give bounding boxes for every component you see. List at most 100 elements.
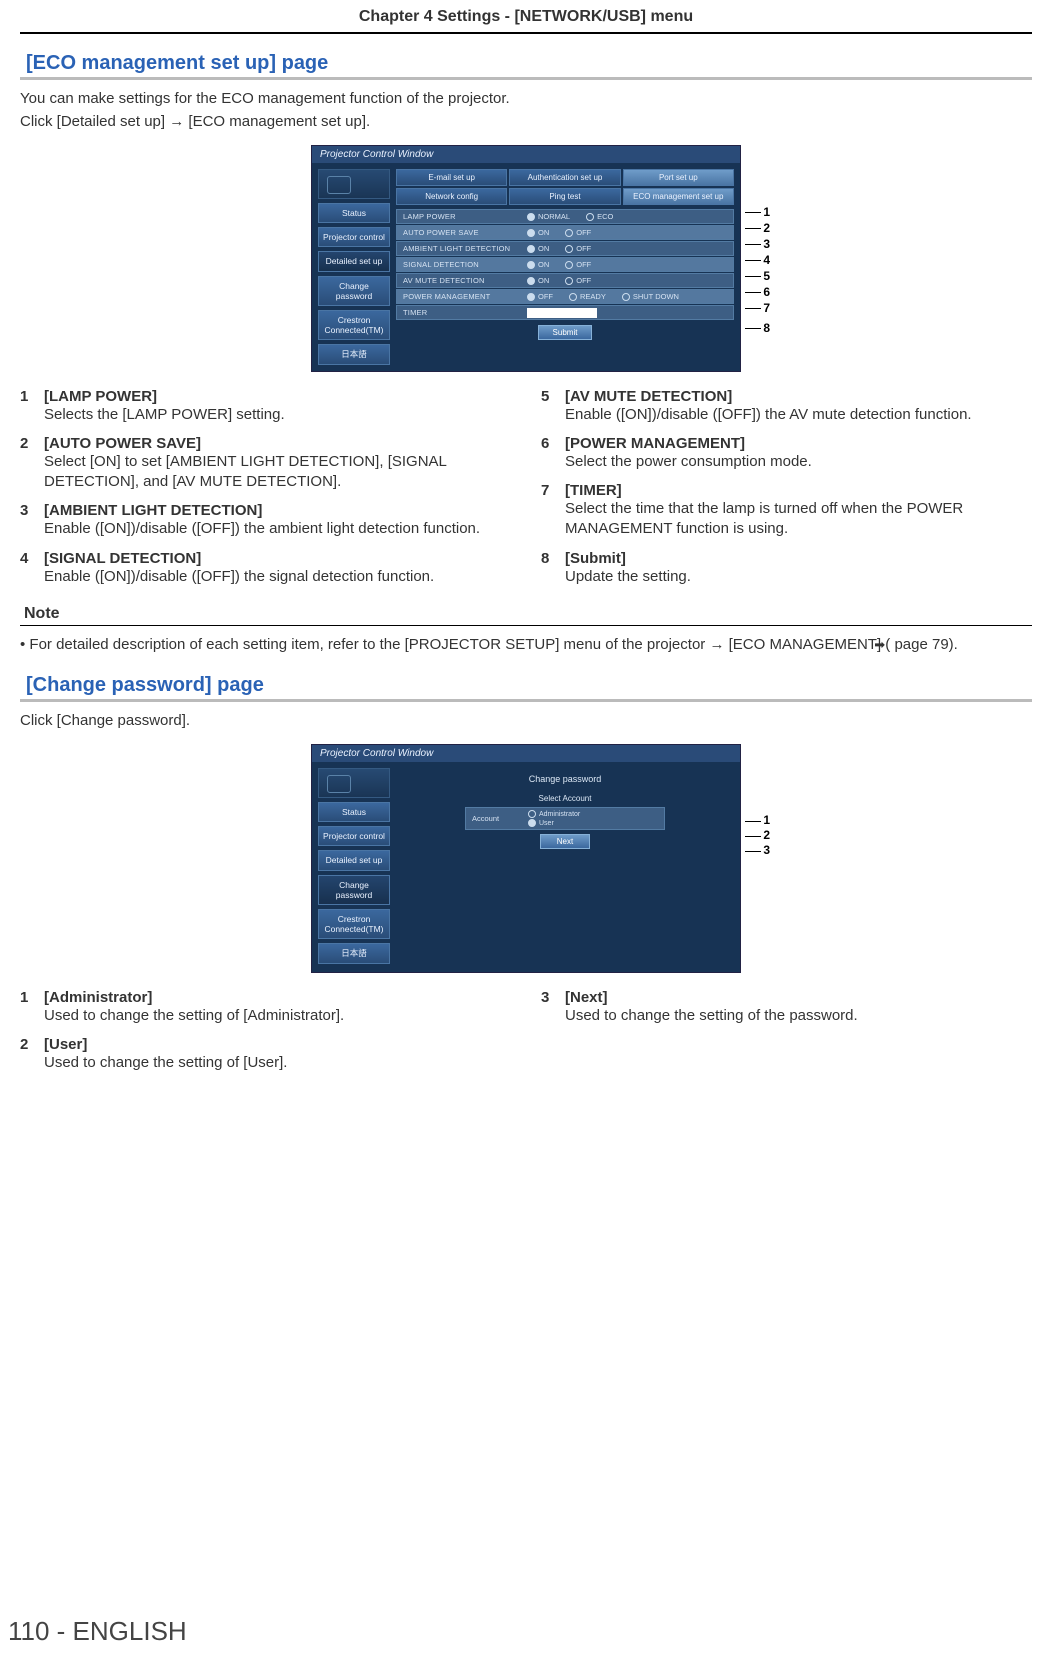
list-item: 7 [TIMER]Select the time that the lamp i… bbox=[541, 482, 1032, 540]
chapter-header: Chapter 4 Settings - [NETWORK/USB] menu bbox=[20, 0, 1032, 34]
item-number: 8 bbox=[541, 550, 555, 587]
account-label: Account bbox=[472, 814, 522, 823]
tab-auth-setup[interactable]: Authentication set up bbox=[509, 169, 620, 186]
sidebar-item-status[interactable]: Status bbox=[318, 203, 390, 223]
item-title: [POWER MANAGEMENT] bbox=[565, 435, 1032, 452]
sidebar-item-status[interactable]: Status bbox=[318, 802, 390, 822]
projector-control-window-eco: Projector Control Window Status Projecto… bbox=[311, 145, 741, 372]
item-title: [SIGNAL DETECTION] bbox=[44, 550, 511, 567]
note-body: For detailed description of each setting… bbox=[20, 634, 1032, 656]
main-panel: Change password Select Account Account A… bbox=[396, 768, 734, 966]
radio-off[interactable]: OFF bbox=[565, 260, 591, 269]
item-desc: Enable ([ON])/disable ([OFF]) the AV mut… bbox=[565, 405, 1032, 425]
radio-on[interactable]: ON bbox=[527, 228, 549, 237]
radio-off[interactable]: OFF bbox=[565, 228, 591, 237]
list-item: 8 [Submit]Update the setting. bbox=[541, 550, 1032, 587]
note-text-a: For detailed description of each setting… bbox=[29, 636, 890, 653]
callouts-cp: 1 2 3 bbox=[745, 813, 770, 858]
radio-ready[interactable]: READY bbox=[569, 292, 606, 301]
next-button[interactable]: Next bbox=[540, 834, 590, 849]
item-number: 7 bbox=[541, 482, 555, 540]
cp-intro: Click [Change password]. bbox=[20, 710, 1032, 733]
callout: 2 bbox=[745, 220, 770, 236]
eco-intro: You can make settings for the ECO manage… bbox=[20, 88, 1032, 133]
list-item: 2 [AUTO POWER SAVE]Select [ON] to set [A… bbox=[20, 435, 511, 493]
item-title: [AMBIENT LIGHT DETECTION] bbox=[44, 502, 511, 519]
callout: 5 bbox=[745, 268, 770, 284]
row-ambient-light: AMBIENT LIGHT DETECTION ON OFF bbox=[396, 241, 734, 256]
cp-item-list: 1 [Administrator] Used to change the sett… bbox=[20, 989, 1032, 1074]
sidebar-item-projector-control[interactable]: Projector control bbox=[318, 227, 390, 247]
eco-screenshot: Projector Control Window Status Projecto… bbox=[20, 145, 1032, 372]
radio-off[interactable]: OFF bbox=[565, 276, 591, 285]
eco-intro-line1: You can make settings for the ECO manage… bbox=[20, 90, 510, 107]
radio-normal[interactable]: NORMAL bbox=[527, 212, 570, 221]
radio-eco[interactable]: ECO bbox=[586, 212, 613, 221]
sidebar-item-detailed-setup[interactable]: Detailed set up bbox=[318, 251, 390, 271]
tab-network-config[interactable]: Network config bbox=[396, 188, 507, 205]
note-text-b: page 79). bbox=[890, 636, 958, 653]
row-label: AV MUTE DETECTION bbox=[397, 276, 527, 285]
tab-email-setup[interactable]: E-mail set up bbox=[396, 169, 507, 186]
page-footer: 110 - ENGLISH bbox=[8, 1616, 187, 1647]
radio-shutdown[interactable]: SHUT DOWN bbox=[622, 292, 679, 301]
row-label: AUTO POWER SAVE bbox=[397, 228, 527, 237]
sidebar-item-japanese[interactable]: 日本語 bbox=[318, 344, 390, 364]
tab-eco-management[interactable]: ECO management set up bbox=[623, 188, 734, 205]
item-number: 1 bbox=[20, 989, 34, 1026]
radio-on[interactable]: ON bbox=[527, 276, 549, 285]
item-title: [LAMP POWER] bbox=[44, 388, 511, 405]
item-desc: Used to change the setting of [User]. bbox=[44, 1053, 511, 1073]
callouts-eco: 1 2 3 4 5 6 7 8 bbox=[745, 190, 770, 336]
callout: 6 bbox=[745, 284, 770, 300]
logo-icon bbox=[318, 169, 390, 199]
callout: 3 bbox=[745, 843, 770, 858]
radio-off[interactable]: OFF bbox=[565, 244, 591, 253]
item-title: [AUTO POWER SAVE] bbox=[44, 435, 511, 452]
callout: 8 bbox=[745, 320, 770, 336]
radio-off[interactable]: OFF bbox=[527, 292, 553, 301]
row-label: TIMER bbox=[397, 308, 527, 317]
timer-select[interactable] bbox=[527, 308, 597, 318]
window-title: Projector Control Window bbox=[312, 745, 740, 762]
list-item: 1 [Administrator]Used to change the sett… bbox=[20, 989, 511, 1026]
item-desc: Enable ([ON])/disable ([OFF]) the ambien… bbox=[44, 519, 511, 539]
sidebar-item-projector-control[interactable]: Projector control bbox=[318, 826, 390, 846]
sidebar-item-crestron[interactable]: Crestron Connected(TM) bbox=[318, 909, 390, 939]
row-av-mute-detection: AV MUTE DETECTION ON OFF bbox=[396, 273, 734, 288]
row-timer: TIMER bbox=[396, 305, 734, 320]
radio-on[interactable]: ON bbox=[527, 260, 549, 269]
eco-section-title: [ECO management set up] page bbox=[20, 50, 1032, 80]
row-label: POWER MANAGEMENT bbox=[397, 292, 527, 301]
callout: 4 bbox=[745, 252, 770, 268]
item-number: 2 bbox=[20, 1036, 34, 1073]
item-number: 2 bbox=[20, 435, 34, 493]
sidebar-item-crestron[interactable]: Crestron Connected(TM) bbox=[318, 310, 390, 340]
sidebar-item-change-password[interactable]: Change password bbox=[318, 875, 390, 905]
sidebar-item-japanese[interactable]: 日本語 bbox=[318, 943, 390, 963]
radio-administrator[interactable]: Administrator bbox=[528, 810, 580, 818]
item-title: [Next] bbox=[565, 989, 1032, 1006]
item-title: [User] bbox=[44, 1036, 511, 1053]
sidebar-item-change-password[interactable]: Change password bbox=[318, 276, 390, 306]
radio-on[interactable]: ON bbox=[527, 244, 549, 253]
callout: 1 bbox=[745, 204, 770, 220]
item-title: [AV MUTE DETECTION] bbox=[565, 388, 1032, 405]
sidebar: Status Projector control Detailed set up… bbox=[318, 768, 390, 966]
account-row: Account Administrator User bbox=[465, 807, 665, 830]
radio-user[interactable]: User bbox=[528, 819, 580, 827]
list-item: 3 [AMBIENT LIGHT DETECTION]Enable ([ON])… bbox=[20, 502, 511, 539]
submit-button[interactable]: Submit bbox=[538, 325, 593, 340]
row-lamp-power: LAMP POWER NORMAL ECO bbox=[396, 209, 734, 224]
eco-item-list: 1 [LAMP POWER]Selects the [LAMP POWER] s… bbox=[20, 388, 1032, 587]
tab-port-setup[interactable]: Port set up bbox=[623, 169, 734, 186]
row-label: AMBIENT LIGHT DETECTION bbox=[397, 244, 527, 253]
tab-ping-test[interactable]: Ping test bbox=[509, 188, 620, 205]
item-title: [Administrator] bbox=[44, 989, 511, 1006]
note-heading: Note bbox=[20, 605, 1032, 626]
row-power-management: POWER MANAGEMENT OFF READY SHUT DOWN bbox=[396, 289, 734, 304]
item-number: 3 bbox=[541, 989, 555, 1026]
select-account-label: Select Account bbox=[539, 794, 592, 803]
sidebar-item-detailed-setup[interactable]: Detailed set up bbox=[318, 850, 390, 870]
item-desc: Used to change the setting of the passwo… bbox=[565, 1006, 1032, 1026]
